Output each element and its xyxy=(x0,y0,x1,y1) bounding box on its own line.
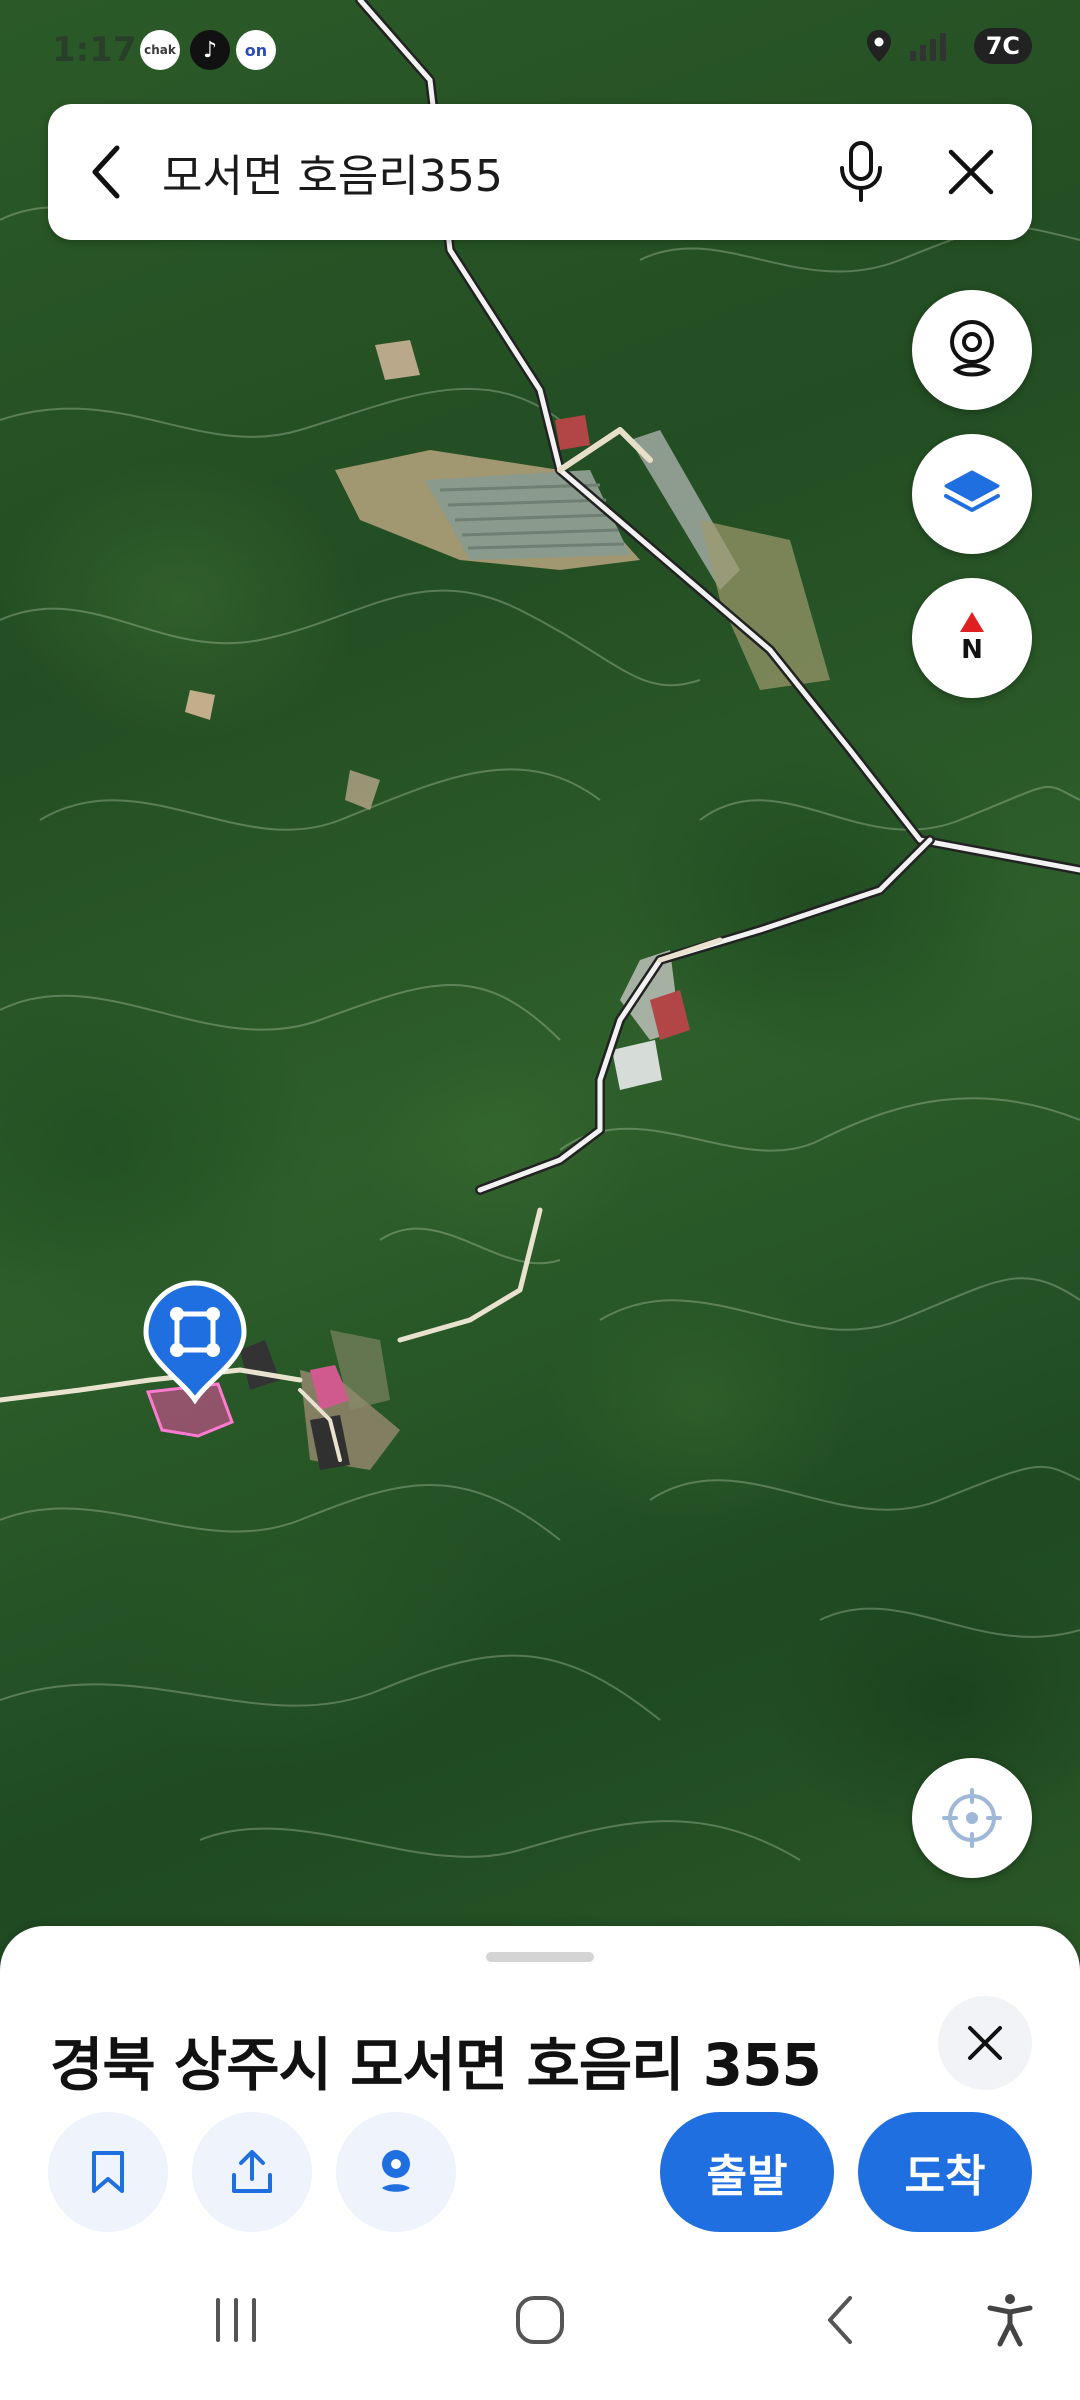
street-view-button[interactable] xyxy=(912,290,1032,410)
recent-apps-icon xyxy=(216,2298,256,2342)
battery-indicator: 7C xyxy=(973,28,1032,64)
street-view-icon xyxy=(382,2150,410,2192)
map-layers-button[interactable] xyxy=(912,434,1032,554)
chevron-left-icon xyxy=(92,145,120,199)
bookmark-icon xyxy=(92,2151,124,2193)
home-icon xyxy=(516,2296,564,2344)
my-location-button[interactable] xyxy=(912,1758,1032,1878)
status-time: 1:17 xyxy=(52,30,137,70)
status-bar: 1:17 chak ♪ on 7C xyxy=(0,0,1080,100)
close-icon xyxy=(968,2026,1002,2060)
compass-north-label: N xyxy=(961,635,983,665)
sheet-drag-handle[interactable] xyxy=(486,1952,594,1962)
signal-icon xyxy=(909,33,946,61)
layers-icon xyxy=(944,470,1000,512)
satellite-map[interactable] xyxy=(0,0,1080,1960)
arrive-button[interactable]: 도착 xyxy=(858,2112,1032,2232)
close-sheet-button[interactable] xyxy=(938,1996,1032,2090)
place-address: 경북 상주시 모서면 호음리 355 xyxy=(50,2031,822,2099)
clear-search-button[interactable] xyxy=(916,104,1026,240)
status-indicators: 7C xyxy=(866,28,1032,64)
location-icon xyxy=(866,30,891,62)
microphone-icon xyxy=(840,141,882,202)
voice-search-button[interactable] xyxy=(806,104,916,240)
place-marker[interactable] xyxy=(142,1280,248,1405)
share-button[interactable] xyxy=(192,2112,312,2232)
save-place-button[interactable] xyxy=(48,2112,168,2232)
compass-north-icon xyxy=(960,612,984,632)
parcel-pin-icon xyxy=(143,1280,247,1405)
system-nav-bar xyxy=(0,2240,1080,2400)
recent-apps-button[interactable] xyxy=(186,2280,286,2360)
back-nav-button[interactable] xyxy=(790,2280,890,2360)
street-view-icon xyxy=(950,320,994,377)
close-icon xyxy=(948,149,994,195)
search-bar[interactable]: 모서면 호음리355 xyxy=(48,104,1032,240)
back-icon xyxy=(828,2296,852,2344)
chak-app-icon: chak xyxy=(140,30,180,70)
compass-button[interactable]: N xyxy=(912,578,1032,698)
search-input[interactable]: 모서면 호음리355 xyxy=(162,140,806,204)
street-view-action-button[interactable] xyxy=(336,2112,456,2232)
my-location-icon xyxy=(942,1788,1002,1848)
tiktok-app-icon: ♪ xyxy=(190,30,230,70)
share-icon xyxy=(232,2150,272,2193)
depart-button[interactable]: 출발 xyxy=(660,2112,834,2232)
accessibility-button[interactable] xyxy=(960,2280,1060,2360)
accessibility-icon xyxy=(987,2294,1033,2347)
back-button[interactable] xyxy=(52,104,162,240)
on-app-icon: on xyxy=(236,30,276,70)
map-overlay xyxy=(0,0,1080,1861)
home-button[interactable] xyxy=(490,2280,590,2360)
